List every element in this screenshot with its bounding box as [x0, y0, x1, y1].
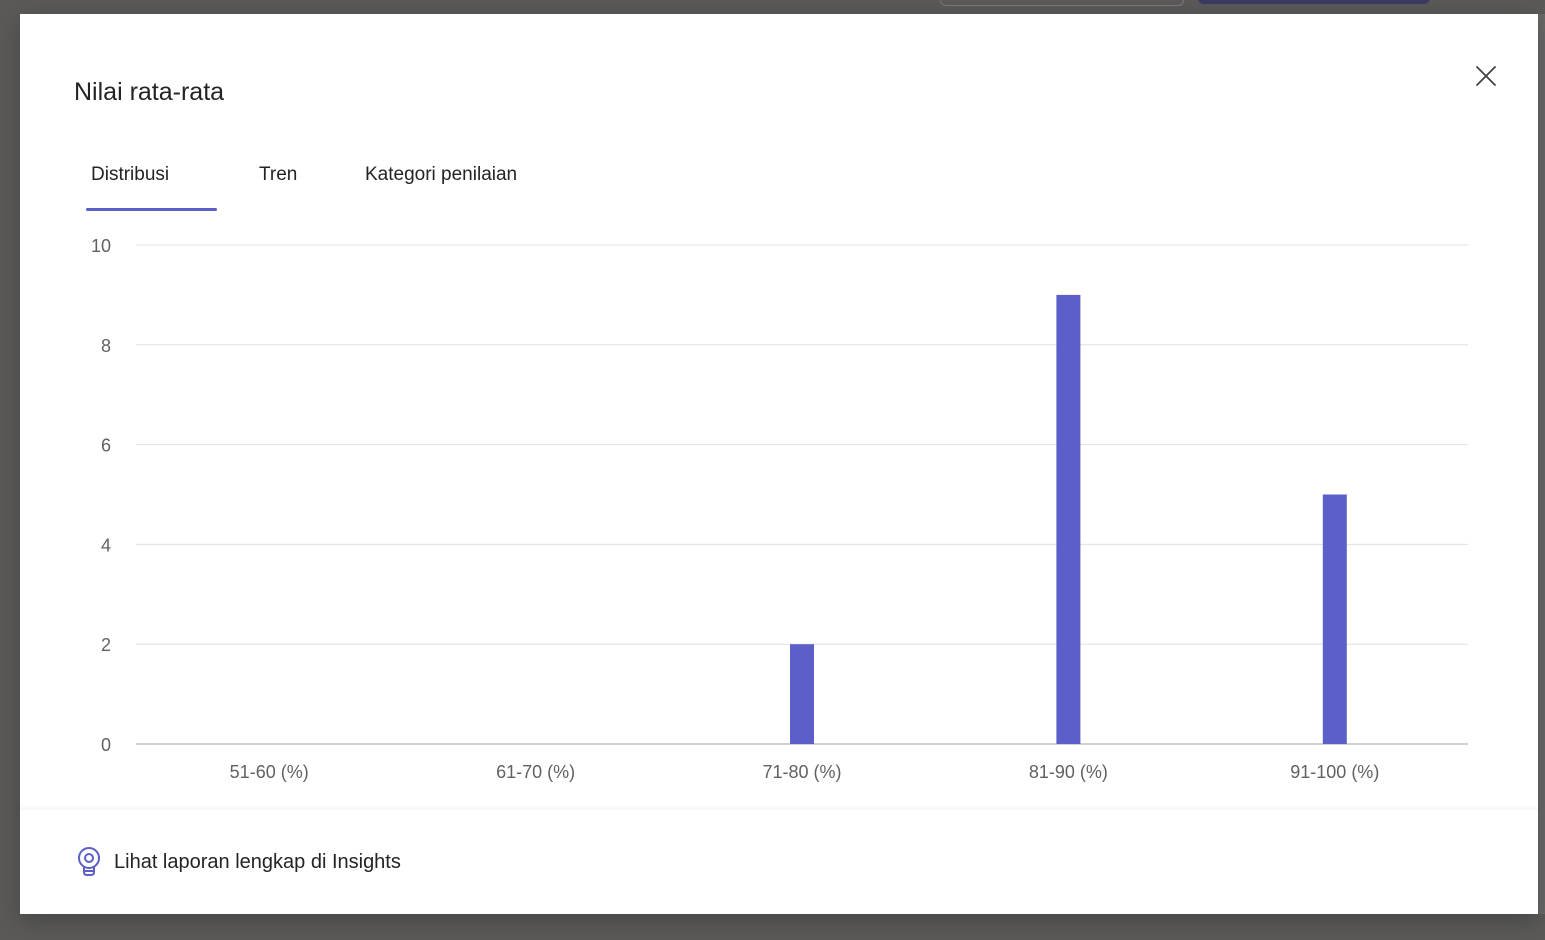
- x-tick-label: 81-90 (%): [1029, 762, 1108, 782]
- y-tick-label: 4: [101, 535, 111, 555]
- insights-link-label: Lihat laporan lengkap di Insights: [114, 850, 401, 873]
- y-tick-label: 6: [101, 436, 111, 456]
- y-tick-label: 2: [101, 635, 111, 655]
- x-tick-label: 71-80 (%): [762, 762, 841, 782]
- x-tick-label: 61-70 (%): [496, 762, 575, 782]
- y-tick-label: 10: [91, 236, 111, 256]
- x-tick-label: 51-60 (%): [230, 762, 309, 782]
- distribution-chart: 0 2 4 6 8 10 51-60 (%) 61-70 (%) 71-80 (%) 81-90 …: [20, 14, 1538, 809]
- footer-divider: [20, 804, 1538, 810]
- background-button: [940, 0, 1184, 6]
- bar-chart-svg: 0 2 4 6 8 10 51-60 (%) 61-70 (%) 71-80 (%) 81-90 …: [91, 236, 1468, 782]
- bar: [1322, 494, 1347, 744]
- average-grade-dialog: Nilai rata-rata Distribusi Tren Kategori…: [20, 14, 1538, 914]
- y-tick-label: 0: [101, 735, 111, 755]
- background-panel: [1538, 14, 1545, 914]
- insights-report-link[interactable]: Lihat laporan lengkap di Insights: [76, 846, 401, 878]
- x-tick-label: 91-100 (%): [1290, 762, 1379, 782]
- y-tick-label: 8: [101, 336, 111, 356]
- bar: [790, 644, 814, 744]
- lightbulb-icon: [78, 847, 100, 876]
- background-primary-button: [1198, 0, 1430, 4]
- bar: [1056, 294, 1081, 744]
